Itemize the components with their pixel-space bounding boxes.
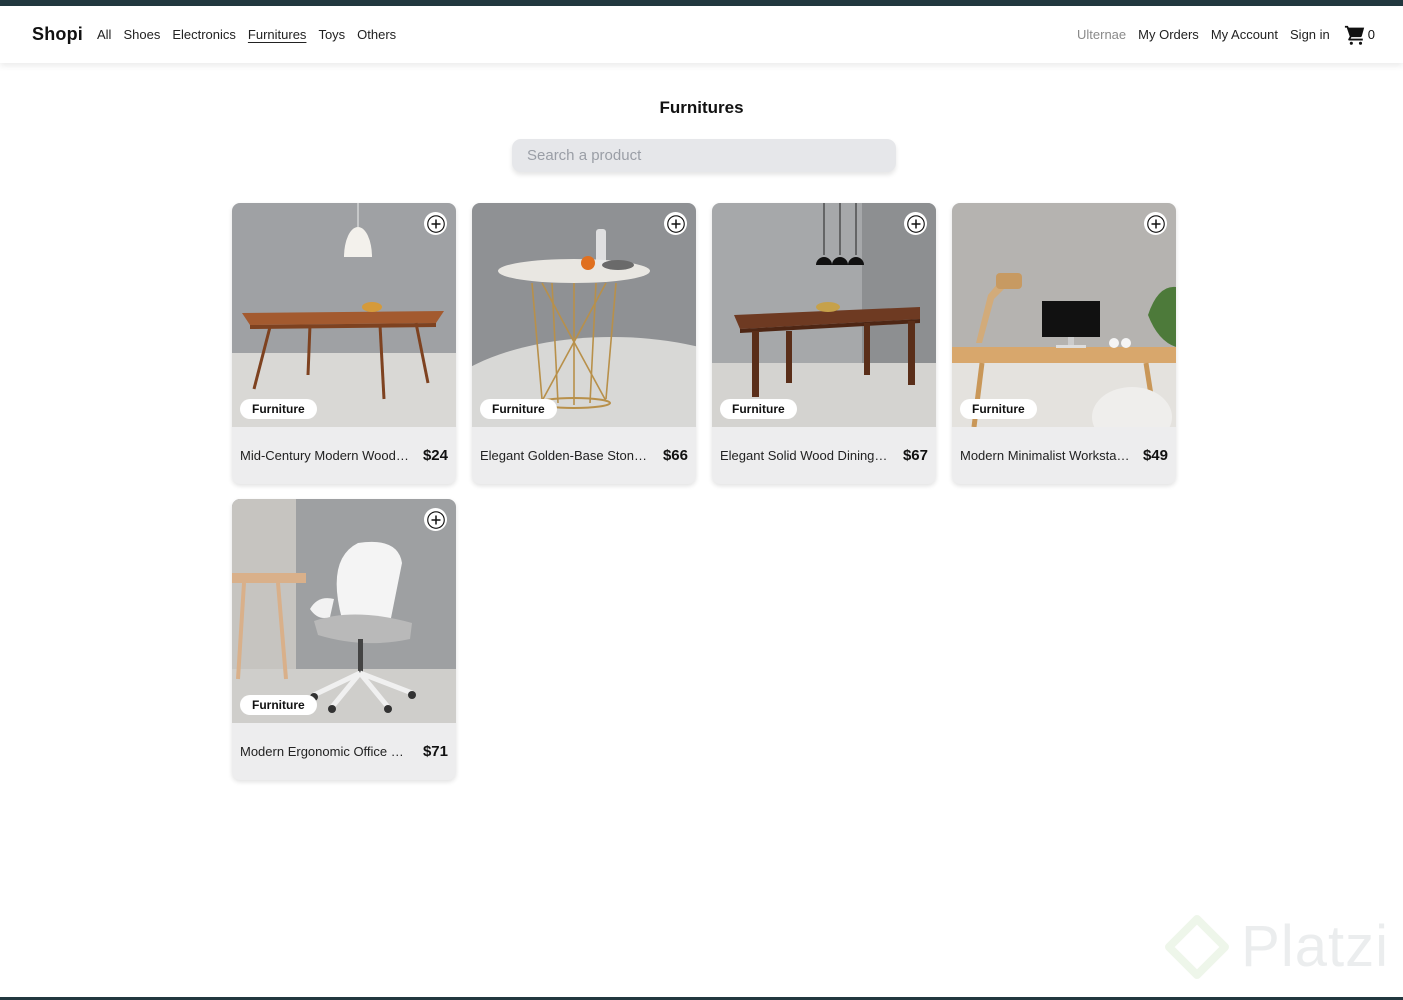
cart-button[interactable]: 0 [1344, 24, 1375, 46]
category-badge: Furniture [720, 399, 797, 419]
platzi-logo-icon [1165, 914, 1230, 979]
product-info: Modern Ergonomic Office Chair $71 [232, 723, 456, 780]
product-title: Modern Ergonomic Office Chair [240, 744, 410, 759]
product-photo [472, 203, 696, 427]
product-photo [952, 203, 1176, 427]
add-to-cart-button[interactable] [424, 508, 447, 531]
add-to-cart-button[interactable] [664, 212, 687, 235]
product-price: $67 [902, 447, 928, 464]
plus-icon [1146, 214, 1165, 233]
product-card[interactable]: Furniture Elegant Solid Wood Dining Tabl… [712, 203, 936, 484]
brand-logo[interactable]: Shopi [32, 24, 83, 45]
add-to-cart-button[interactable] [1144, 212, 1167, 235]
product-image: Furniture [712, 203, 936, 427]
product-info: Mid-Century Modern Wooden Dining Table $… [232, 427, 456, 484]
product-title: Mid-Century Modern Wooden Dining Table [240, 448, 410, 463]
product-info: Elegant Solid Wood Dining Table $67 [712, 427, 936, 484]
product-info: Elegant Golden-Base Stone Top Dining Tab… [472, 427, 696, 484]
product-title: Modern Minimalist Workstation Setup [960, 448, 1130, 463]
product-info: Modern Minimalist Workstation Setup $49 [952, 427, 1176, 484]
product-price: $71 [422, 743, 448, 760]
product-price: $24 [422, 447, 448, 464]
product-image: Furniture [952, 203, 1176, 427]
cart-count: 0 [1367, 27, 1375, 42]
navbar: Shopi All Shoes Electronics Furnitures T… [0, 6, 1403, 63]
category-badge: Furniture [480, 399, 557, 419]
user-email: Ulternae [1077, 27, 1127, 42]
nav-link-furnitures[interactable]: Furnitures [248, 27, 307, 42]
nav-link-others[interactable]: Others [357, 27, 396, 42]
plus-icon [906, 214, 925, 233]
nav-right: Ulternae My Orders My Account Sign in 0 [1077, 24, 1375, 46]
product-grid: Furniture Mid-Century Modern Wooden Dini… [232, 203, 1176, 780]
product-photo [232, 499, 456, 723]
nav-link-my-account[interactable]: My Account [1211, 27, 1278, 42]
plus-icon [426, 214, 445, 233]
product-price: $49 [1142, 447, 1168, 464]
nav-left: Shopi All Shoes Electronics Furnitures T… [32, 24, 396, 45]
category-badge: Furniture [960, 399, 1037, 419]
nav-link-shoes[interactable]: Shoes [123, 27, 160, 42]
nav-link-toys[interactable]: Toys [318, 27, 345, 42]
product-price: $66 [662, 447, 688, 464]
product-card[interactable]: Furniture Mid-Century Modern Wooden Dini… [232, 203, 456, 484]
search-input[interactable] [512, 139, 896, 172]
product-image: Furniture [472, 203, 696, 427]
product-card[interactable]: Furniture Elegant Golden-Base Stone Top … [472, 203, 696, 484]
platzi-watermark: Platzi [1165, 913, 1389, 980]
category-badge: Furniture [240, 695, 317, 715]
product-image: Furniture [232, 203, 456, 427]
watermark-text: Platzi [1241, 914, 1389, 979]
nav-link-electronics[interactable]: Electronics [172, 27, 236, 42]
nav-link-sign-in[interactable]: Sign in [1290, 27, 1330, 42]
plus-icon [426, 510, 445, 529]
add-to-cart-button[interactable] [904, 212, 927, 235]
page-title: Furnitures [659, 98, 744, 117]
product-photo [232, 203, 456, 427]
category-badge: Furniture [240, 399, 317, 419]
nav-link-my-orders[interactable]: My Orders [1138, 27, 1199, 42]
product-card[interactable]: Furniture Modern Ergonomic Office Chair … [232, 499, 456, 780]
product-card[interactable]: Furniture Modern Minimalist Workstation … [952, 203, 1176, 484]
nav-link-all[interactable]: All [97, 27, 111, 42]
product-title: Elegant Golden-Base Stone Top Dining Tab… [480, 448, 650, 463]
product-image: Furniture [232, 499, 456, 723]
product-photo [712, 203, 936, 427]
add-to-cart-button[interactable] [424, 212, 447, 235]
plus-icon [666, 214, 685, 233]
shopping-cart-icon [1344, 25, 1364, 45]
product-title: Elegant Solid Wood Dining Table [720, 448, 890, 463]
